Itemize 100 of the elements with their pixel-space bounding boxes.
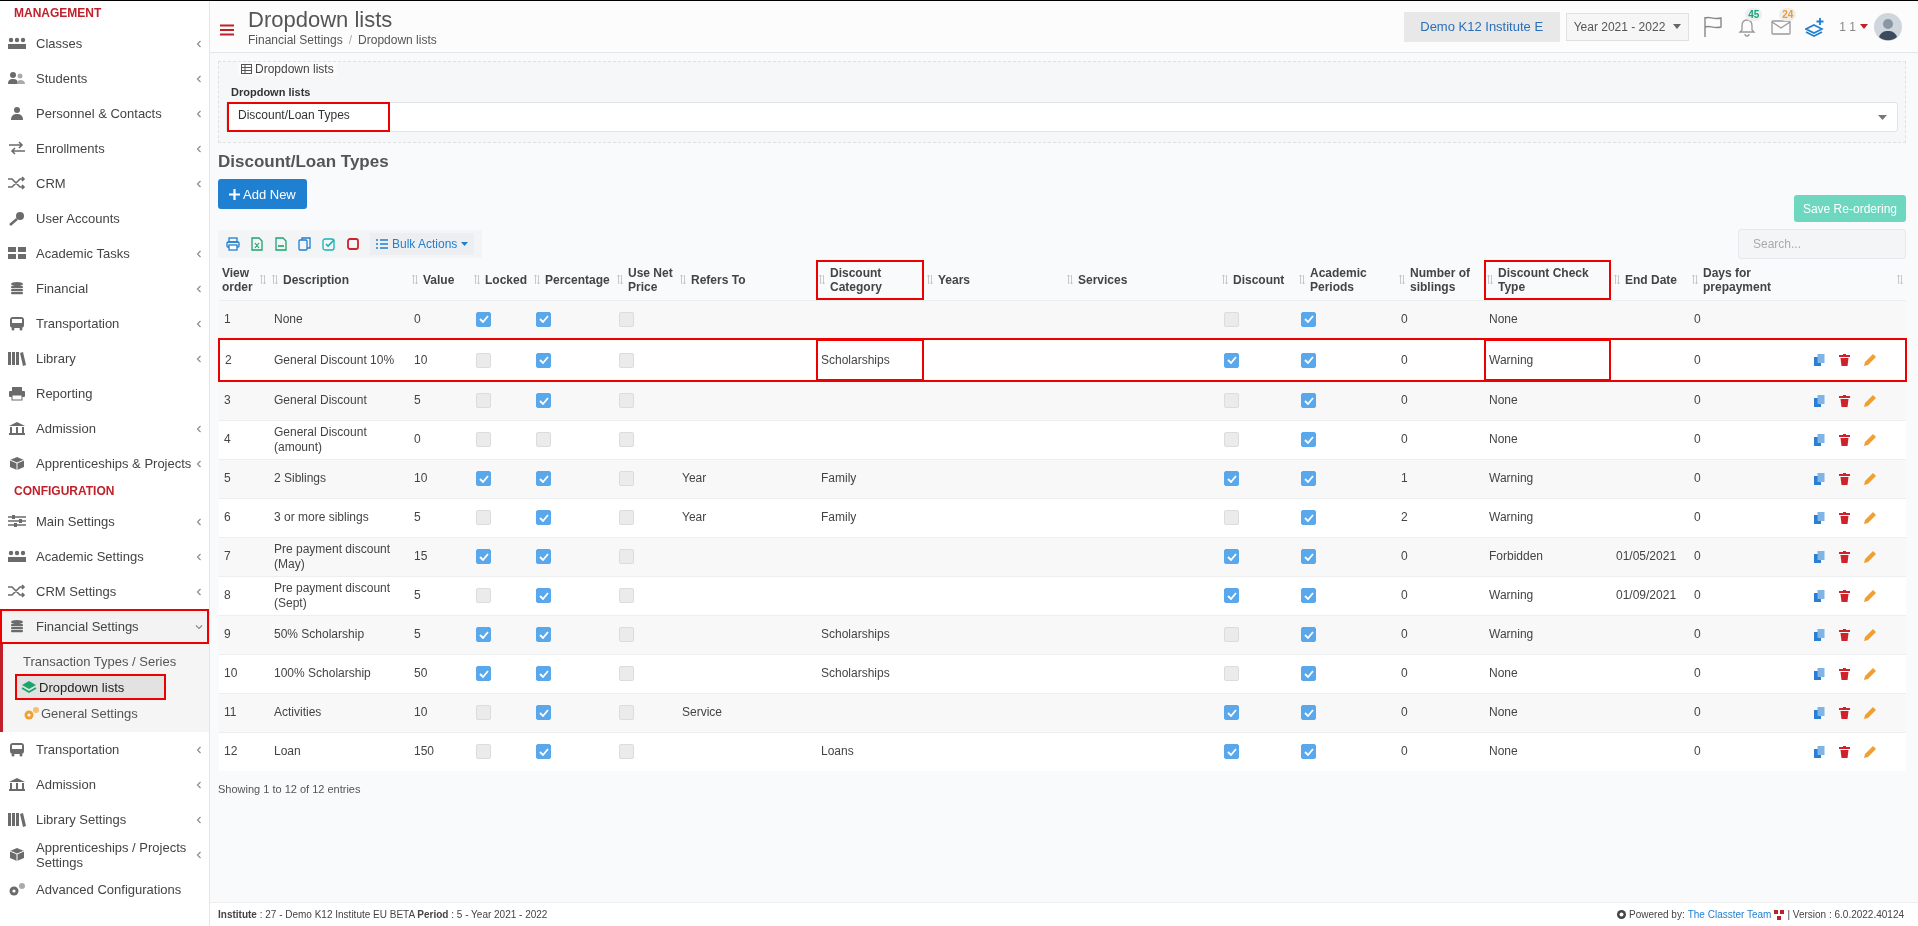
sidebar-item[interactable]: Academic Settings: [0, 539, 209, 574]
table-row[interactable]: 7 Pre payment discount (May) 15 0 Forbidden 01/05/2021 0: [219, 537, 1906, 576]
pencil-icon[interactable]: [1864, 667, 1876, 680]
sort-icon[interactable]: [927, 275, 933, 285]
sidebar-item[interactable]: CRM: [0, 166, 209, 201]
column-header[interactable]: Description: [269, 260, 409, 300]
pencil-icon[interactable]: [1864, 550, 1876, 563]
chevron-icon[interactable]: [195, 284, 203, 293]
trash-icon[interactable]: [1839, 628, 1850, 641]
table-row[interactable]: 10 100% Scholarship 50 Scholarships 0 None 0: [219, 654, 1906, 693]
chevron-icon[interactable]: [195, 517, 203, 526]
sidebar-item[interactable]: Financial: [0, 271, 209, 306]
sort-icon[interactable]: [1399, 275, 1405, 285]
submenu-item[interactable]: Dropdown lists: [17, 676, 164, 698]
table-row[interactable]: 2 General Discount 10% 10 Scholarships 0 Warning 0: [219, 339, 1906, 381]
column-header[interactable]: Percentage: [531, 260, 614, 300]
printer-icon[interactable]: [226, 237, 240, 251]
table-row[interactable]: 12 Loan 150 Loans 0 None 0: [219, 732, 1906, 771]
copy-icon[interactable]: [1814, 667, 1825, 680]
submenu-item[interactable]: Transaction Types / Series: [3, 646, 209, 676]
column-header[interactable]: Discount Category: [816, 260, 924, 300]
sidebar-item[interactable]: Apprenticeships / Projects Settings: [0, 837, 209, 872]
sidebar-item[interactable]: Advanced Configurations: [0, 872, 209, 907]
sort-icon[interactable]: [680, 275, 686, 285]
bulk-actions-dropdown[interactable]: Bulk Actions: [370, 233, 475, 255]
copy-icon[interactable]: [1814, 511, 1825, 524]
chevron-icon[interactable]: [195, 249, 203, 258]
sort-icon[interactable]: [617, 275, 623, 285]
layers-plus-icon[interactable]: [1805, 16, 1826, 37]
chevron-icon[interactable]: [195, 424, 203, 433]
chevron-icon[interactable]: [195, 74, 203, 83]
sidebar-item[interactable]: Reporting: [0, 376, 209, 411]
sort-icon[interactable]: [412, 275, 418, 285]
file-icon[interactable]: [274, 237, 288, 251]
chevron-icon[interactable]: [195, 850, 203, 859]
sort-icon[interactable]: [1222, 275, 1228, 285]
trash-icon[interactable]: [1839, 354, 1850, 366]
copy-icon[interactable]: [1814, 394, 1825, 407]
table-row[interactable]: 11 Activities 10 Service 0 None 0: [219, 693, 1906, 732]
chevron-icon[interactable]: [195, 319, 203, 328]
trash-icon[interactable]: [1839, 589, 1850, 602]
column-header[interactable]: End Date: [1611, 260, 1689, 300]
sidebar-item[interactable]: Students: [0, 61, 209, 96]
search-field[interactable]: Search...: [1738, 229, 1906, 259]
column-header[interactable]: Discount: [1219, 260, 1296, 300]
pencil-icon[interactable]: [1864, 511, 1876, 524]
sort-icon[interactable]: [260, 275, 266, 285]
sidebar-item[interactable]: Academic Tasks: [0, 236, 209, 271]
column-header[interactable]: Days for prepayment: [1689, 260, 1799, 300]
sort-icon[interactable]: [1692, 275, 1698, 285]
sort-icon[interactable]: [534, 275, 540, 285]
pencil-icon[interactable]: [1864, 745, 1876, 758]
trash-icon[interactable]: [1839, 472, 1850, 485]
copy-icon[interactable]: [1814, 628, 1825, 641]
copy-icon[interactable]: [1814, 745, 1825, 758]
copy-icon[interactable]: [1814, 706, 1825, 719]
table-row[interactable]: 6 3 or more siblings 5 Year Family 2 Warning 0: [219, 498, 1906, 537]
chevron-icon[interactable]: [195, 459, 203, 468]
sidebar-item[interactable]: Financial Settings: [0, 609, 209, 644]
copy-icon[interactable]: [1814, 589, 1825, 602]
column-header[interactable]: Years: [924, 260, 1064, 300]
chevron-icon[interactable]: [195, 587, 203, 596]
spreadsheet-file-icon[interactable]: [250, 237, 264, 251]
sidebar-item[interactable]: Personnel & Contacts: [0, 96, 209, 131]
sidebar-item[interactable]: User Accounts: [0, 201, 209, 236]
chevron-icon[interactable]: [195, 745, 203, 754]
pencil-icon[interactable]: [1864, 472, 1876, 485]
institute-button[interactable]: Demo K12 Institute E: [1403, 11, 1560, 42]
pencil-icon[interactable]: [1864, 628, 1876, 641]
column-header[interactable]: Academic Periods: [1296, 260, 1396, 300]
copy-icon[interactable]: [1814, 550, 1825, 563]
copy-icon[interactable]: [1814, 472, 1825, 485]
sort-icon[interactable]: [1614, 275, 1620, 285]
submenu-item[interactable]: General Settings: [3, 698, 209, 728]
pencil-icon[interactable]: [1864, 589, 1876, 602]
column-header[interactable]: Discount Check Type: [1484, 260, 1611, 300]
chevron-icon[interactable]: [195, 622, 203, 631]
sidebar-item[interactable]: Library: [0, 341, 209, 376]
breadcrumb-link[interactable]: Dropdown lists: [358, 32, 437, 47]
flag-icon[interactable]: [1703, 15, 1724, 38]
select-field[interactable]: Discount/Loan Types: [226, 102, 1898, 132]
sidebar-item[interactable]: Main Settings: [0, 504, 209, 539]
chevron-icon[interactable]: [195, 354, 203, 363]
sidebar-item[interactable]: Transportation: [0, 732, 209, 767]
pencil-icon[interactable]: [1864, 706, 1876, 719]
pencil-icon[interactable]: [1864, 433, 1876, 446]
team-link[interactable]: The Classter Team: [1687, 909, 1772, 920]
trash-icon[interactable]: [1839, 550, 1850, 563]
sort-icon[interactable]: [1299, 275, 1305, 285]
sidebar-item[interactable]: Enrollments: [0, 131, 209, 166]
sort-icon[interactable]: [1487, 275, 1493, 285]
sidebar-item[interactable]: Library Settings: [0, 802, 209, 837]
chevron-icon[interactable]: [195, 144, 203, 153]
sidebar-item[interactable]: Apprenticeships & Projects: [0, 446, 209, 481]
sidebar-item[interactable]: Classes: [0, 26, 209, 61]
table-row[interactable]: 5 2 Siblings 10 Year Family 1 Warning 0: [219, 459, 1906, 498]
column-header[interactable]: Locked: [471, 260, 531, 300]
sort-icon[interactable]: [1067, 275, 1073, 285]
chevron-icon[interactable]: [195, 780, 203, 789]
sidebar-item[interactable]: Admission: [0, 411, 209, 446]
